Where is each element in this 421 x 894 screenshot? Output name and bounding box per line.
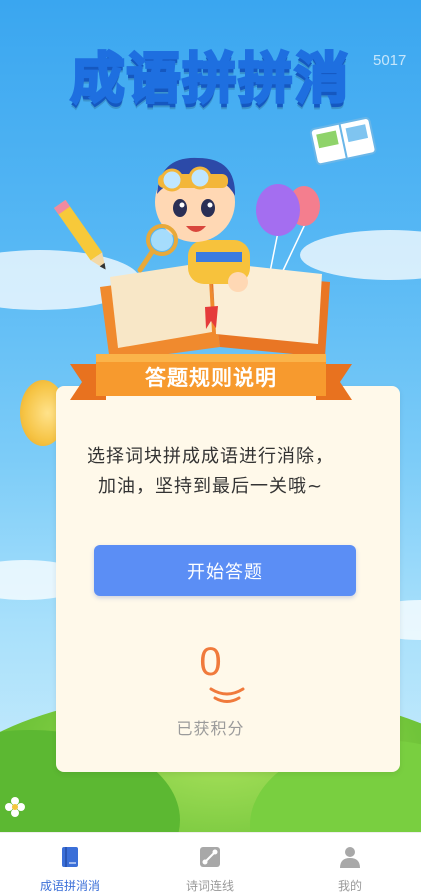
page-title: 成语拼拼消 <box>69 46 351 112</box>
tab-idiom-game[interactable]: 成语拼消消 <box>0 833 140 893</box>
pencil-icon <box>54 199 106 270</box>
book-icon <box>62 847 78 867</box>
tab-label: 成语拼消消 <box>39 879 100 893</box>
boy-on-book-illustration <box>54 117 377 362</box>
balloon <box>256 184 300 236</box>
bottom-tab-bar: 成语拼消消 诗词连线 我的 <box>0 832 421 893</box>
rules-line-1: 选择词块拼成成语进行消除， <box>87 446 334 467</box>
flower-icon <box>5 797 25 817</box>
open-book-icon <box>309 117 377 166</box>
rules-banner: 答题规则说明 <box>70 348 352 410</box>
start-quiz-button[interactable]: 开始答题 <box>94 545 356 596</box>
score-label: 已获积分 <box>176 719 245 738</box>
score-value: 0 <box>199 640 222 684</box>
tab-label: 诗词连线 <box>185 879 234 893</box>
score-underline-icon <box>209 687 245 703</box>
tab-profile[interactable]: 我的 <box>280 833 420 893</box>
person-icon <box>340 847 360 868</box>
rules-line-2: 加油，坚持到最后一关哦~ <box>97 476 324 497</box>
link-icon <box>200 847 220 867</box>
rules-heading: 答题规则说明 <box>145 366 277 390</box>
rules-description: 选择词块拼成成语进行消除， 加油，坚持到最后一关哦~ <box>0 442 421 502</box>
tab-poem-matching[interactable]: 诗词连线 <box>140 833 280 893</box>
tab-label: 我的 <box>337 879 362 893</box>
